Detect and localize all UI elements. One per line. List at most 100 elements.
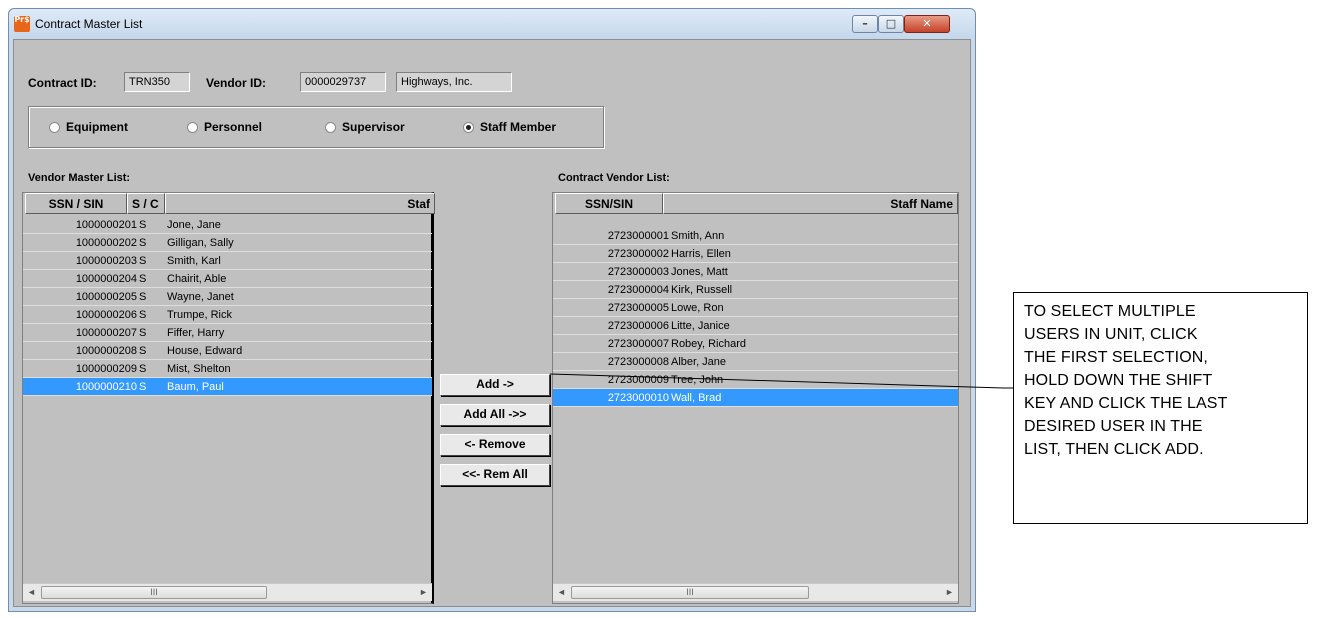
staff-name-cell: House, Edward	[167, 345, 243, 357]
radio-staff-member[interactable]: Staff Member	[463, 120, 556, 134]
staff-name-cell: Jones, Matt	[671, 266, 728, 278]
ssn-cell: 1000000207	[75, 327, 137, 339]
staff-name-cell: Litte, Janice	[671, 320, 730, 332]
vendor-row[interactable]: 1000000208 S House, Edward	[23, 342, 432, 360]
column-header-sc[interactable]: S / C	[127, 193, 165, 214]
window-title: Contract Master List	[35, 17, 143, 31]
ssn-cell: 2723000003	[607, 266, 669, 278]
scroll-left-icon[interactable]: ◄	[23, 584, 40, 601]
vendor-row[interactable]: 1000000202 S Gilligan, Sally	[23, 234, 432, 252]
staff-name-cell: Fiffer, Harry	[167, 327, 225, 339]
ssn-cell: 1000000209	[75, 363, 137, 375]
contract-row[interactable]: 2723000006 Litte, Janice	[553, 317, 958, 335]
client-area: Contract ID: TRN350 Vendor ID: 000002973…	[13, 39, 971, 607]
staff-name-cell: Tree, John	[671, 374, 724, 386]
sc-cell: S	[139, 363, 147, 375]
column-header-ssn[interactable]: SSN/SIN	[555, 193, 663, 214]
radio-personnel[interactable]: Personnel	[187, 120, 262, 134]
column-header-staff-name[interactable]: Staff Name	[663, 193, 958, 214]
contract-horizontal-scrollbar[interactable]: ◄ III ►	[553, 583, 958, 601]
contract-row[interactable]: 2723000009 Tree, John	[553, 371, 958, 389]
minimize-icon: –	[862, 17, 868, 30]
staff-name-cell: Chairit, Able	[167, 273, 227, 285]
callout-line: THE FIRST SELECTION,	[1024, 349, 1208, 366]
ssn-cell: 2723000010	[607, 392, 669, 404]
vendor-name-field[interactable]: Highways, Inc.	[396, 72, 512, 92]
minimize-button[interactable]: –	[852, 15, 878, 33]
remove-button[interactable]: <- Remove	[440, 434, 550, 456]
sc-cell: S	[139, 219, 147, 231]
contract-row[interactable]: 2723000010 Wall, Brad	[553, 389, 958, 407]
contract-row[interactable]: 2723000003 Jones, Matt	[553, 263, 958, 281]
scroll-thumb[interactable]: III	[571, 586, 809, 599]
staff-name-cell: Smith, Ann	[671, 230, 725, 242]
vendor-row[interactable]: 1000000209 S Mist, Shelton	[23, 360, 432, 378]
vendor-row[interactable]: 1000000203 S Smith, Karl	[23, 252, 432, 270]
staff-name-cell: Jone, Jane	[167, 219, 221, 231]
vendor-row[interactable]: 1000000204 S Chairit, Able	[23, 270, 432, 288]
radio-label: Supervisor	[342, 120, 405, 134]
ssn-cell: 2723000005	[607, 302, 669, 314]
staff-name-cell: Harris, Ellen	[671, 248, 731, 260]
sc-cell: S	[139, 381, 147, 393]
sc-cell: S	[139, 291, 147, 303]
callout-line: DESIRED USER IN THE	[1024, 418, 1203, 435]
scroll-right-icon[interactable]: ►	[415, 584, 432, 601]
maximize-button[interactable]: □	[878, 15, 904, 33]
contract-row[interactable]: 2723000007 Robey, Richard	[553, 335, 958, 353]
staff-name-cell: Smith, Karl	[167, 255, 221, 267]
contract-row[interactable]: 2723000002 Harris, Ellen	[553, 245, 958, 263]
vendor-row[interactable]: 1000000210 S Baum, Paul	[23, 378, 432, 396]
staff-name-cell: Robey, Richard	[671, 338, 746, 350]
contract-master-window: Pr$ Contract Master List – □ ✕ Contract …	[8, 8, 976, 612]
staff-name-cell: Gilligan, Sally	[167, 237, 234, 249]
title-bar[interactable]: Pr$ Contract Master List – □ ✕	[9, 9, 975, 39]
vendor-master-list[interactable]: SSN / SIN S / C Staf 1000000201 S Jone, Ja…	[22, 192, 435, 604]
ssn-cell: 1000000205	[75, 291, 137, 303]
contract-vendor-list[interactable]: SSN/SIN Staff Name 2723000001 Smith, Ann 2…	[552, 192, 959, 604]
vendor-id-field[interactable]: 0000029737	[300, 72, 386, 92]
contract-list-title: Contract Vendor List:	[558, 172, 670, 184]
ssn-cell: 2723000004	[607, 284, 669, 296]
radio-label: Equipment	[66, 120, 128, 134]
scroll-thumb[interactable]: III	[41, 586, 267, 599]
sc-cell: S	[139, 309, 147, 321]
ssn-cell: 2723000002	[607, 248, 669, 260]
staff-name-cell: Kirk, Russell	[671, 284, 733, 296]
radio-supervisor[interactable]: Supervisor	[325, 120, 405, 134]
close-button[interactable]: ✕	[904, 15, 950, 33]
radio-dot-selected	[463, 121, 474, 133]
column-header-ssn[interactable]: SSN / SIN	[25, 193, 127, 214]
ssn-cell: 1000000201	[75, 219, 137, 231]
staff-name-cell: Wall, Brad	[671, 392, 722, 404]
scroll-left-icon[interactable]: ◄	[553, 584, 570, 601]
contract-row[interactable]: 2723000001 Smith, Ann	[553, 227, 958, 245]
vendor-row[interactable]: 1000000201 S Jone, Jane	[23, 216, 432, 234]
column-header-staff-name[interactable]: Staf	[165, 193, 435, 214]
vendor-row[interactable]: 1000000207 S Fiffer, Harry	[23, 324, 432, 342]
ssn-cell: 1000000203	[75, 255, 137, 267]
radio-dot	[325, 121, 336, 133]
radio-equipment[interactable]: Equipment	[49, 120, 128, 134]
scroll-right-icon[interactable]: ►	[941, 584, 958, 601]
sc-cell: S	[139, 327, 147, 339]
ssn-cell: 2723000001	[607, 230, 669, 242]
staff-name-cell: Baum, Paul	[167, 381, 224, 393]
contract-row[interactable]: 2723000008 Alber, Jane	[553, 353, 958, 371]
ssn-cell: 1000000210	[75, 381, 137, 393]
contract-id-field[interactable]: TRN350	[124, 72, 190, 92]
remove-all-button[interactable]: <<- Rem All	[440, 464, 550, 486]
vendor-horizontal-scrollbar[interactable]: ◄ III ►	[23, 583, 432, 601]
staff-name-cell: Lowe, Ron	[671, 302, 724, 314]
radio-dot	[49, 121, 60, 133]
ssn-cell: 1000000208	[75, 345, 137, 357]
radio-label: Personnel	[204, 120, 263, 134]
add-button[interactable]: Add ->	[440, 374, 550, 396]
contract-row[interactable]: 2723000005 Lowe, Ron	[553, 299, 958, 317]
contract-row[interactable]: 2723000004 Kirk, Russell	[553, 281, 958, 299]
maximize-icon: □	[885, 17, 897, 30]
staff-name-cell: Wayne, Janet	[167, 291, 234, 303]
vendor-row[interactable]: 1000000206 S Trumpe, Rick	[23, 306, 432, 324]
vendor-row[interactable]: 1000000205 S Wayne, Janet	[23, 288, 432, 306]
add-all-button[interactable]: Add All ->>	[440, 404, 550, 426]
